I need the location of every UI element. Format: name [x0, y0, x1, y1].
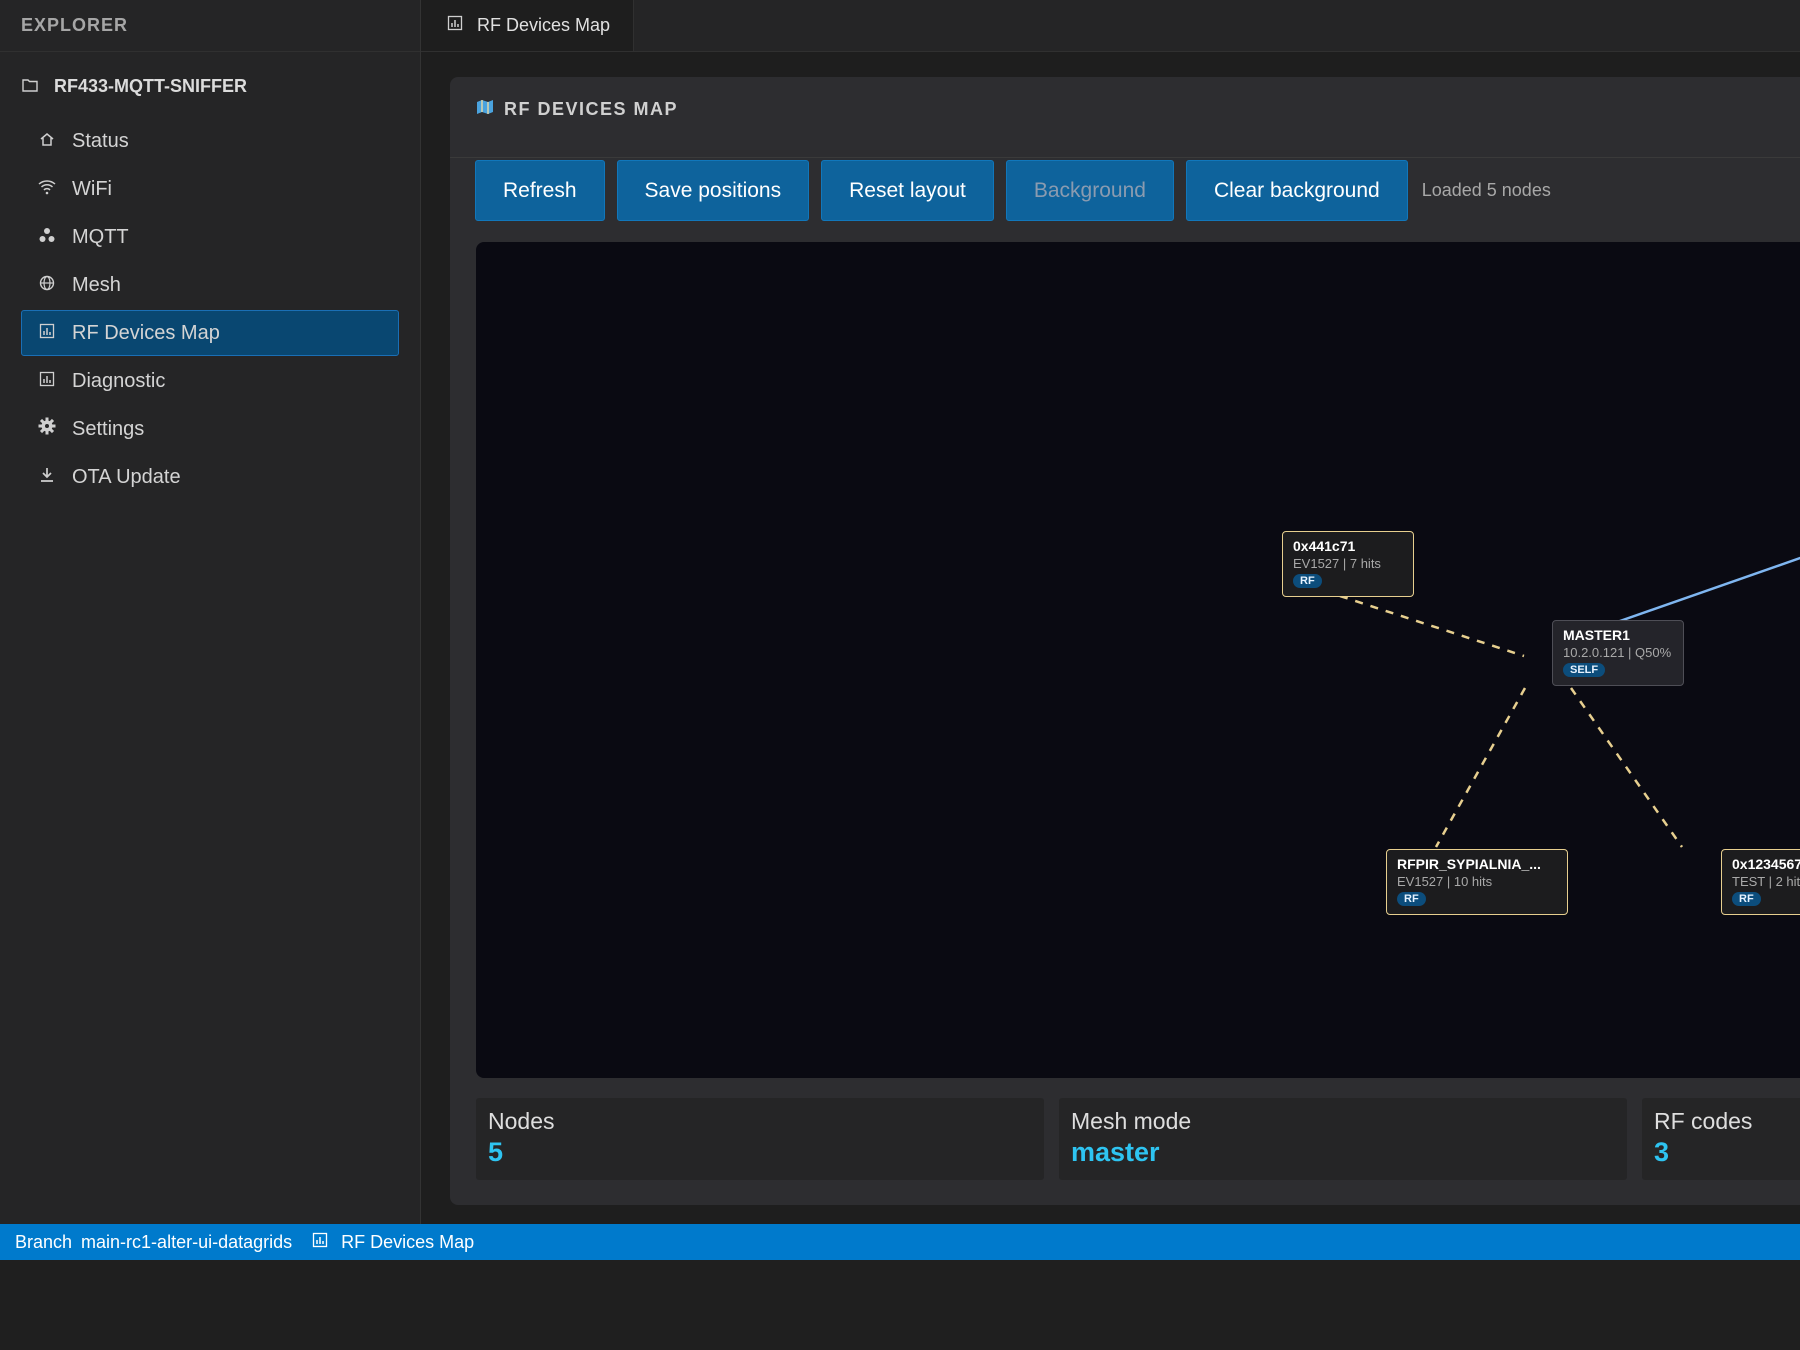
stat-mesh-mode: Mesh mode master — [1059, 1098, 1627, 1180]
panel-divider — [450, 157, 1800, 158]
background-button[interactable]: Background — [1005, 160, 1174, 221]
sidebar-item-mqtt[interactable]: MQTT — [21, 214, 399, 260]
node-details: 10.2.0.121 | Q50% — [1563, 645, 1672, 660]
stat-value: 3 — [1654, 1137, 1670, 1167]
sidebar-item-label: Diagnostic — [72, 369, 166, 392]
rf-node-rfpir-sypialnia[interactable]: RFPIR_SYPIALNIA_... EV1527 | 10 hits RF — [1386, 849, 1568, 915]
stat-value: 5 — [488, 1137, 504, 1167]
node-details: EV1527 | 10 hits — [1397, 874, 1493, 889]
load-status: Loaded 5 nodes — [1421, 180, 1551, 200]
stat-label: RF codes — [1654, 1108, 1753, 1134]
sidebar-item-label: Settings — [72, 417, 145, 440]
gear-icon — [36, 417, 58, 441]
chart-icon — [36, 322, 58, 345]
rf-link-0x1234567 — [1569, 687, 1684, 848]
panel-title-text: RF DEVICES MAP — [504, 99, 679, 119]
chart-icon — [36, 370, 58, 393]
node-name: MASTER1 — [1563, 627, 1630, 643]
status-view-name[interactable]: RF Devices Map — [341, 1232, 474, 1253]
sidebar-item-diagnostic[interactable]: Diagnostic — [21, 358, 399, 404]
sidebar-item-label: RF Devices Map — [72, 321, 220, 344]
globe-icon — [36, 274, 58, 297]
sidebar: EXPLORER RF433-MQTT-SNIFFER Status WiFi — [0, 0, 421, 1224]
node-badge: RF — [1732, 892, 1761, 906]
reset-layout-button[interactable]: Reset layout — [821, 160, 994, 221]
node-badge: SELF — [1563, 663, 1606, 677]
map-toolbar: Refresh Save positions Reset layout Back… — [475, 160, 1551, 221]
refresh-button[interactable]: Refresh — [475, 160, 605, 221]
rf-link-rfpir — [1434, 687, 1527, 848]
map-icon — [476, 99, 494, 120]
status-bar: Branch main-rc1-alter-ui-datagrids RF De… — [0, 1224, 1800, 1260]
sidebar-item-rf-devices-map[interactable]: RF Devices Map — [21, 310, 399, 356]
stats-row: Nodes 5 Mesh mode master RF codes 3 — [476, 1098, 1800, 1180]
clear-background-button[interactable]: Clear background — [1185, 160, 1408, 221]
sidebar-item-label: WiFi — [72, 177, 112, 200]
chart-icon — [312, 1232, 328, 1253]
save-positions-button[interactable]: Save positions — [616, 160, 810, 221]
sidebar-item-status[interactable]: Status — [21, 118, 399, 164]
sidebar-item-ota-update[interactable]: OTA Update — [21, 454, 399, 500]
map-canvas[interactable]: 0x441c71 EV1527 | 7 hits RF MASTER1 10.2… — [476, 242, 1800, 1078]
sidebar-item-label: MQTT — [72, 225, 129, 248]
node-name: 0x441c71 — [1293, 538, 1356, 554]
stat-nodes: Nodes 5 — [476, 1098, 1044, 1180]
stat-value: master — [1071, 1137, 1160, 1167]
rf-devices-map-panel: RF DEVICES MAP Refresh Save positions Re… — [450, 77, 1800, 1205]
tab-label: RF Devices Map — [477, 15, 611, 35]
branch-label: Branch — [15, 1231, 73, 1252]
stat-label: Nodes — [488, 1108, 555, 1134]
mqtt-icon — [36, 226, 58, 249]
tab-rf-devices-map[interactable]: RF Devices Map — [421, 0, 634, 51]
folder-icon — [22, 76, 46, 97]
node-details: TEST | 2 hits — [1732, 874, 1800, 889]
project-folder[interactable]: RF433-MQTT-SNIFFER — [0, 54, 420, 118]
branch-name[interactable]: main-rc1-alter-ui-datagrids — [81, 1232, 292, 1253]
home-icon — [36, 130, 58, 153]
rf-link-0x441c71 — [1339, 594, 1525, 658]
node-details: EV1527 | 7 hits — [1293, 556, 1381, 571]
stat-label: Mesh mode — [1071, 1108, 1192, 1134]
sidebar-item-label: OTA Update — [72, 465, 181, 488]
node-badge: RF — [1397, 892, 1426, 906]
panel-title: RF DEVICES MAP — [476, 99, 678, 120]
rf-node-0x441c71[interactable]: 0x441c71 EV1527 | 7 hits RF — [1282, 531, 1414, 597]
rf-node-0x1234567[interactable]: 0x1234567 TEST | 2 hits RF — [1721, 849, 1800, 915]
sidebar-nav: Status WiFi MQTT Mesh RF Devices Map Dia… — [0, 118, 420, 500]
wifi-icon — [36, 178, 58, 201]
node-name: 0x1234567 — [1732, 856, 1800, 872]
project-name: RF433-MQTT-SNIFFER — [54, 75, 248, 96]
node-name: RFPIR_SYPIALNIA_... — [1397, 856, 1541, 872]
sidebar-item-wifi[interactable]: WiFi — [21, 166, 399, 212]
sidebar-item-label: Status — [72, 129, 129, 152]
node-badge: RF — [1293, 574, 1322, 588]
sidebar-item-mesh[interactable]: Mesh — [21, 262, 399, 308]
stat-rf-codes: RF codes 3 — [1642, 1098, 1800, 1180]
app-window: EXPLORER RF433-MQTT-SNIFFER Status WiFi — [0, 0, 1800, 1350]
explorer-header: EXPLORER — [0, 0, 420, 52]
sidebar-item-label: Mesh — [72, 273, 121, 296]
master-node[interactable]: MASTER1 10.2.0.121 | Q50% SELF — [1552, 620, 1684, 686]
download-icon — [36, 466, 58, 489]
chart-icon — [447, 15, 463, 36]
editor-tabbar: RF Devices Map — [421, 0, 1800, 52]
sidebar-item-settings[interactable]: Settings — [21, 406, 399, 452]
bottom-empty-area — [0, 1260, 1800, 1350]
